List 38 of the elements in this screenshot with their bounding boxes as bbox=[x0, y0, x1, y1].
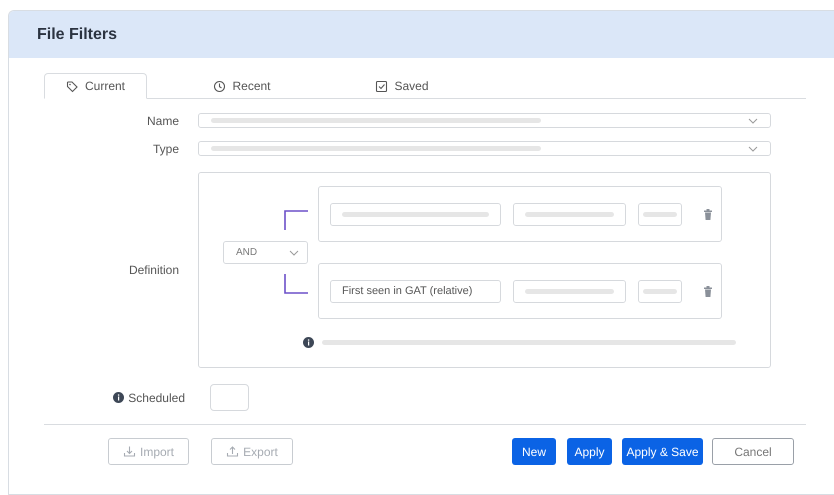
tab[interactable]: Recent bbox=[147, 73, 337, 99]
tab[interactable]: Saved bbox=[337, 73, 467, 99]
operator-dropdown[interactable]: AND bbox=[223, 241, 308, 264]
chevron-down-icon bbox=[748, 146, 758, 152]
value-field[interactable] bbox=[638, 280, 682, 302]
window-title: File Filters bbox=[37, 26, 118, 44]
button[interactable]: Apply bbox=[567, 438, 612, 465]
checkbox-icon bbox=[375, 80, 388, 92]
download-icon bbox=[122, 445, 136, 458]
field-label: Type bbox=[152, 142, 179, 156]
dropdown-field[interactable] bbox=[198, 141, 771, 156]
tag-icon bbox=[66, 80, 79, 92]
chevron-down-icon bbox=[289, 250, 299, 256]
trash-icon[interactable] bbox=[703, 286, 713, 296]
skeleton-bar bbox=[643, 288, 677, 294]
skeleton-bar bbox=[643, 212, 677, 216]
button[interactable]: Cancel bbox=[712, 438, 794, 465]
operator-field[interactable] bbox=[513, 202, 626, 226]
dropdown-field[interactable] bbox=[198, 113, 771, 128]
button[interactable]: New bbox=[512, 438, 556, 465]
button[interactable]: Apply & Save bbox=[622, 438, 703, 465]
info-icon bbox=[113, 392, 124, 403]
field-label: Name bbox=[146, 114, 179, 128]
trash-icon[interactable] bbox=[703, 208, 713, 220]
chevron-down-icon bbox=[748, 118, 758, 124]
tab[interactable]: Current bbox=[44, 73, 147, 99]
checkbox[interactable] bbox=[210, 384, 249, 411]
info-icon bbox=[303, 337, 314, 348]
upload-icon bbox=[226, 445, 240, 458]
field-label: Definition bbox=[128, 263, 179, 277]
field-label: Scheduled bbox=[128, 390, 185, 404]
condition-field[interactable] bbox=[330, 202, 501, 226]
value-field[interactable] bbox=[638, 202, 682, 226]
condition-field[interactable]: First seen in GAT (relative) bbox=[330, 280, 501, 302]
bracket-line bbox=[284, 274, 308, 295]
operator-field[interactable] bbox=[513, 280, 626, 302]
bracket-line bbox=[284, 210, 308, 231]
clock-icon bbox=[213, 80, 226, 92]
